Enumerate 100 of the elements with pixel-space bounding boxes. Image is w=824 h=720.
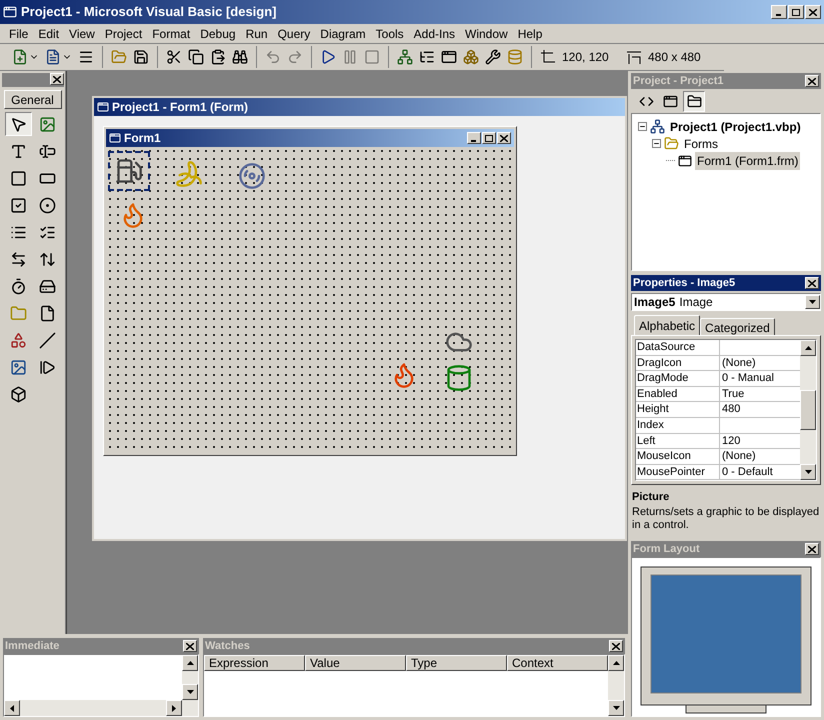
property-value[interactable]: 0 - Default (720, 464, 800, 480)
image-control[interactable] (110, 153, 148, 189)
property-name[interactable]: MouseIcon (636, 449, 720, 464)
close-button[interactable] (805, 75, 819, 87)
scroll-up-button[interactable] (182, 655, 198, 671)
menu-item[interactable]: Diagram (315, 24, 371, 42)
close-icon (186, 642, 194, 650)
tree-item[interactable]: Form1 (Form1.frm) (695, 152, 800, 170)
menu-item[interactable]: Project (100, 24, 148, 42)
menu-item[interactable]: File (4, 24, 34, 42)
designer-title: Project1 - Form1 (Form) (112, 99, 248, 116)
minimize-button[interactable] (467, 132, 481, 144)
fuel-pump-icon (115, 157, 143, 185)
column-header[interactable]: Value (305, 655, 406, 671)
play-icon (320, 49, 336, 65)
minimize-button[interactable] (771, 5, 787, 19)
binoculars-icon (232, 49, 248, 65)
close-button[interactable] (183, 640, 197, 652)
pause-icon (342, 49, 358, 65)
column-header[interactable]: Type (406, 655, 507, 671)
pointer-icon (10, 116, 26, 132)
close-button[interactable] (497, 132, 511, 144)
close-button[interactable] (805, 277, 819, 289)
maximize-button[interactable] (788, 5, 804, 19)
property-name[interactable]: DragMode (636, 371, 720, 386)
letter-icon (10, 142, 26, 160)
list-icon (419, 49, 435, 65)
folder-icon (10, 304, 26, 322)
project-toolbar-button[interactable] (683, 90, 705, 112)
size-readout: 480 x 480 (648, 49, 701, 66)
boxes-icon (463, 49, 479, 65)
menu-item[interactable]: View (64, 24, 100, 42)
menu-item[interactable]: Window (460, 24, 513, 42)
close-button[interactable] (609, 640, 623, 652)
down-arrow-icon (186, 690, 194, 694)
scroll-left-button[interactable] (4, 700, 20, 716)
column-header[interactable]: Expression (204, 655, 305, 671)
scroll-down-button[interactable] (608, 700, 624, 716)
property-name[interactable]: Left (636, 434, 720, 448)
object-dropdown[interactable]: Image5 Image (631, 293, 821, 311)
menu-item[interactable]: Help (512, 24, 548, 42)
column-header[interactable]: Context (507, 655, 608, 671)
property-name[interactable]: Enabled (636, 386, 720, 402)
line-icon (38, 332, 56, 348)
toolbox-tool[interactable] (4, 112, 32, 136)
property-name[interactable]: DragIcon (636, 356, 720, 370)
vertical-scrollbar[interactable] (608, 655, 624, 716)
property-value[interactable]: (None) (720, 449, 800, 464)
property-value[interactable]: 480 (720, 402, 800, 417)
scroll-up-button[interactable] (608, 655, 624, 671)
tree-item[interactable]: Forms (682, 134, 720, 152)
vertical-scrollbar[interactable] (182, 655, 198, 700)
menu-icon (78, 49, 94, 65)
checkbox-icon (10, 196, 26, 214)
close-icon (809, 8, 817, 16)
form-icon (109, 132, 121, 144)
menu-item[interactable]: Format (147, 24, 196, 42)
menu-item[interactable]: Edit (33, 24, 64, 42)
property-name[interactable]: MousePointer (636, 464, 720, 480)
close-icon (808, 546, 816, 552)
right-arrow-icon (172, 704, 176, 712)
size-icon (626, 49, 642, 65)
close-button[interactable] (805, 5, 821, 19)
folder-icon (664, 136, 679, 151)
scroll-up-button[interactable] (800, 340, 816, 356)
property-value[interactable]: (None) (720, 356, 800, 370)
menu-item[interactable]: Tools (370, 24, 409, 42)
property-value[interactable]: 120 (720, 434, 800, 448)
folder-icon (111, 49, 127, 65)
tree-icon (397, 49, 413, 65)
close-button[interactable] (50, 73, 64, 85)
properties-tab[interactable]: Alphabetic (634, 315, 700, 335)
scroll-down-button[interactable] (800, 464, 816, 480)
form-title: Form1 (124, 130, 161, 147)
close-icon (52, 76, 60, 82)
toolbox-tab[interactable]: General (4, 90, 62, 109)
close-button[interactable] (805, 543, 819, 555)
image-icon (10, 358, 26, 376)
scrollbar-thumb[interactable] (800, 390, 816, 430)
scroll-right-button[interactable] (166, 700, 182, 716)
horizontal-scrollbar[interactable] (4, 700, 198, 716)
expander[interactable] (638, 122, 647, 131)
menu-item[interactable]: Add-Ins (408, 24, 460, 42)
scroll-down-button[interactable] (182, 684, 198, 700)
maximize-button[interactable] (482, 132, 496, 144)
shapes-icon (10, 332, 26, 348)
menu-item[interactable]: Query (272, 24, 316, 42)
window-icon (441, 49, 457, 65)
vertical-scrollbar[interactable] (800, 340, 816, 480)
panel-title: Properties - Image5 (633, 276, 736, 291)
properties-tab[interactable]: Categorized (700, 318, 775, 335)
minus-icon (653, 140, 660, 147)
menu-item[interactable]: Run (240, 24, 273, 42)
property-name[interactable]: Height (636, 402, 720, 417)
property-value[interactable]: 0 - Manual (720, 371, 800, 386)
paste-icon (210, 49, 226, 65)
property-value[interactable]: True (720, 386, 800, 402)
menu-item[interactable]: Debug (195, 24, 241, 42)
tree-item[interactable]: Project1 (Project1.vbp) (668, 118, 803, 136)
expander[interactable] (652, 139, 661, 148)
